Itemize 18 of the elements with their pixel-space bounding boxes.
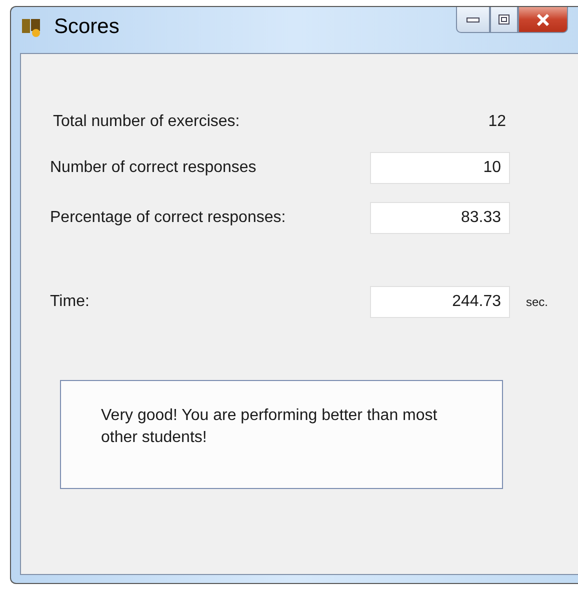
maximize-icon [498,14,510,25]
value-field[interactable]: 10 [370,152,510,184]
unit-label: sec. [526,295,548,309]
row-label: Total number of exercises: [52,113,241,131]
value-field[interactable]: 83.33 [370,202,510,234]
maximize-button[interactable] [490,7,518,33]
close-icon [536,14,550,26]
app-icon [20,16,42,38]
row-label: Percentage of correct responses: [50,209,287,227]
window-title: Scores [54,15,120,39]
close-button[interactable] [518,7,568,33]
row-label: Number of correct responses [50,159,258,177]
message-text: Very good! You are performing better than most other students! [101,406,438,448]
row-label: Time: [50,293,90,311]
minimize-icon [466,16,480,22]
minimize-button[interactable] [456,7,490,33]
value-field[interactable]: 244.73 [370,286,510,318]
value-text: 12 [487,113,507,131]
